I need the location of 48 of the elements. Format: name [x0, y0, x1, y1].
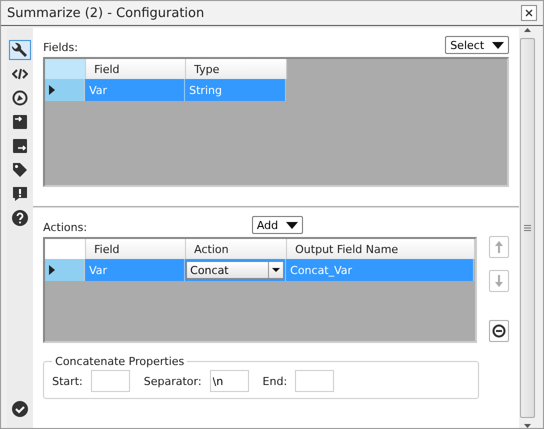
- field-label: End:: [262, 374, 288, 388]
- add-dropdown[interactable]: Add: [252, 216, 304, 234]
- column-header[interactable]: Output Field Name: [287, 239, 476, 259]
- scroll-up-icon: [524, 28, 531, 32]
- select-dropdown[interactable]: Select: [445, 36, 510, 54]
- up-arrow-icon: [494, 240, 504, 254]
- row-pointer-icon: [49, 85, 56, 95]
- column-header[interactable]: Field: [86, 59, 186, 79]
- toolbar-button[interactable]: [9, 40, 32, 60]
- row-header[interactable]: [45, 79, 86, 101]
- column-header[interactable]: Type: [186, 59, 288, 79]
- fields-label: Fields:: [43, 41, 78, 54]
- dropdown-arrow-icon: [492, 42, 504, 48]
- group-title: Concatenate Properties: [54, 355, 186, 368]
- tag-icon: [12, 162, 28, 178]
- field-label: Separator:: [144, 374, 202, 388]
- table-cell: Concat_Var: [286, 259, 474, 281]
- input-field[interactable]: [295, 370, 334, 392]
- table-cell: Var: [85, 259, 186, 281]
- close-button[interactable]: [521, 5, 537, 21]
- alert-icon: [12, 186, 28, 202]
- scroll-down-icon: [524, 424, 531, 428]
- code-icon: [12, 67, 28, 81]
- grip-icon: [524, 225, 531, 231]
- output-icon: [12, 138, 28, 154]
- compass-icon: [12, 90, 28, 106]
- column-header[interactable]: Action: [186, 239, 288, 259]
- help-icon: [12, 210, 28, 226]
- input-field[interactable]: \n: [210, 370, 249, 392]
- remove-button[interactable]: [489, 320, 510, 342]
- input-field[interactable]: [90, 370, 130, 392]
- actions-label: Actions:: [43, 221, 88, 234]
- column-header[interactable]: Field: [86, 239, 186, 259]
- table-cell: Var: [85, 79, 186, 101]
- window-title: Summarize (2) - Configuration: [7, 6, 204, 20]
- row-pointer-icon: [49, 265, 56, 275]
- table-cell: String: [185, 79, 286, 101]
- checkmark-icon: [12, 401, 28, 417]
- dropdown-arrow-icon: [286, 222, 298, 228]
- dropdown-arrow-icon: [272, 268, 280, 272]
- down-arrow-icon: [494, 274, 504, 288]
- field-label: Start:: [52, 374, 83, 388]
- action-combobox[interactable]: Concat: [186, 261, 284, 279]
- minus-circle-icon: [492, 324, 506, 338]
- wrench-icon: [12, 42, 28, 58]
- row-header[interactable]: [45, 259, 86, 281]
- close-icon: [525, 9, 533, 17]
- input-icon: [12, 114, 28, 130]
